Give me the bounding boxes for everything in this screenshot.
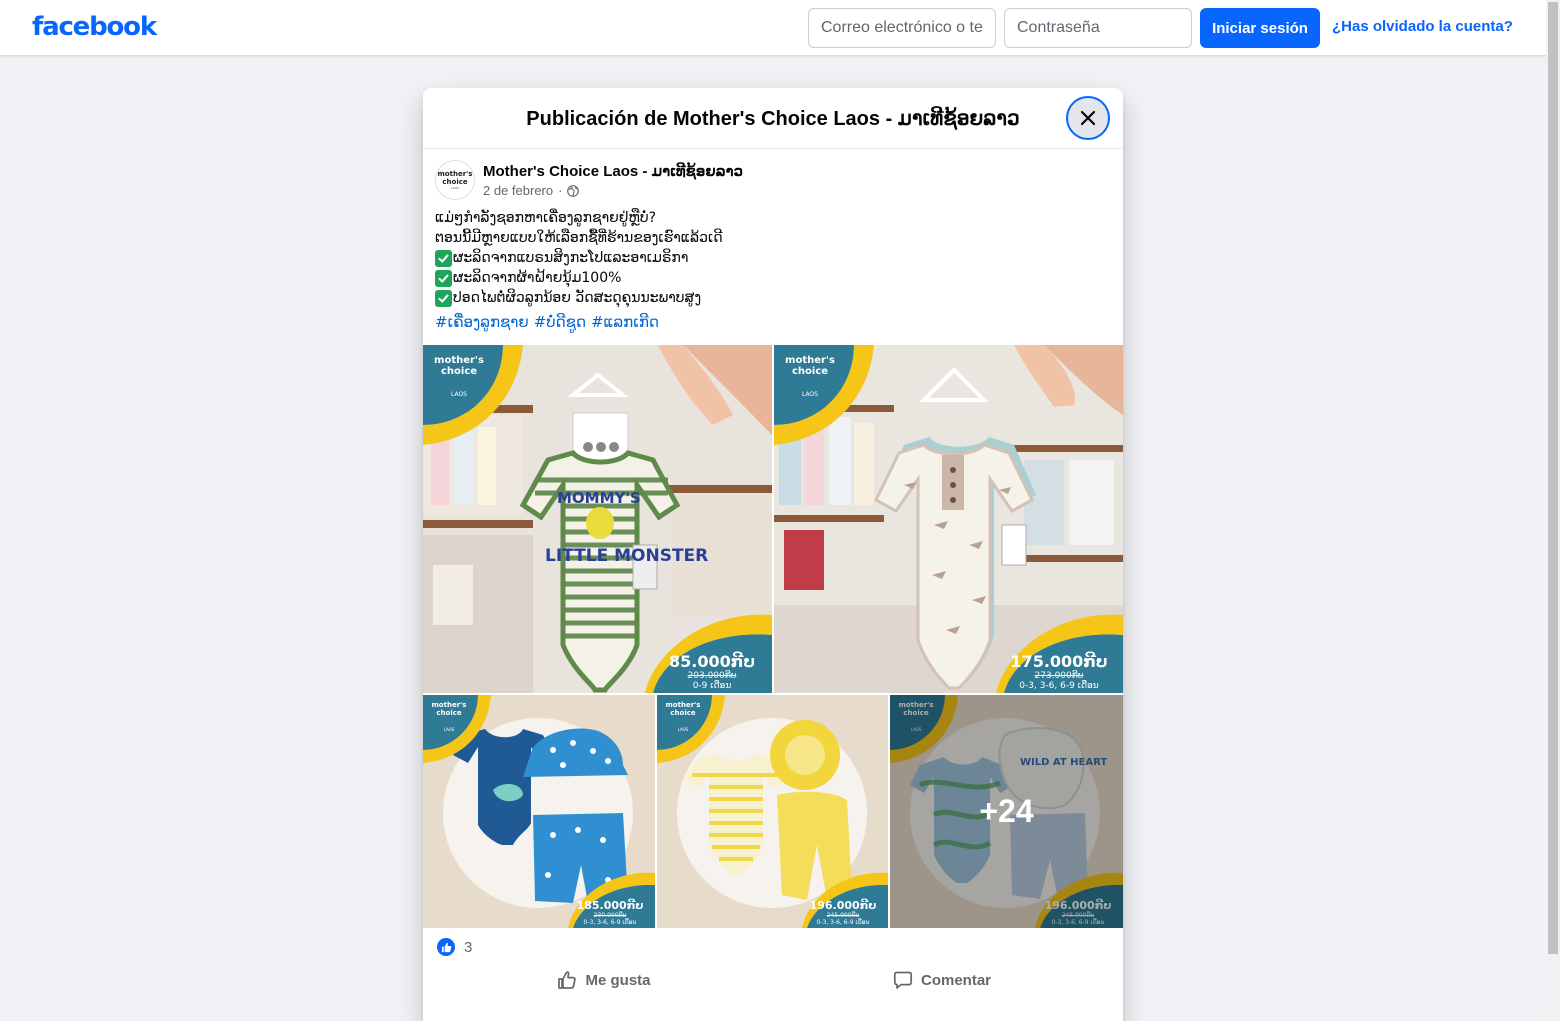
checklist-text: ຜະລິດຈາກແບຣນສິງກະໂປແລະອາເມຣິກາ (453, 250, 689, 266)
brand-subtext: LAOS (801, 391, 818, 398)
comment-label: Comentar (920, 971, 991, 989)
check-mark-icon (435, 269, 452, 287)
page-avatar[interactable]: mother's choice LAOS (435, 160, 475, 200)
post-photo[interactable]: mother's choice LAOS 185.000ກີບ 230.000ກ… (423, 695, 655, 928)
post-meta: 2 de febrero · (483, 183, 580, 198)
price-tag: 175.000ກີບ 273.000ກີບ 0-3, 3-6, 6-9 ເດືອ… (1001, 652, 1117, 691)
meta-separator: · (558, 183, 563, 198)
brand-text: mother's choice (434, 355, 484, 377)
price-tag: 185.000ກີບ 230.000ກີບ 0-3, 3-6, 6-9 ເດືອ… (571, 899, 649, 926)
brand-subtext: LAOS (677, 727, 689, 732)
dialog-header: Publicación de Mother's Choice Laos - ມາ… (423, 88, 1123, 149)
brand-text: mother's choice (431, 701, 467, 717)
sizes-label: 0-3, 3-6, 6-9 ເດືອນ (1019, 681, 1099, 691)
check-mark-icon (435, 249, 452, 267)
brand-subtext: LAOS (443, 727, 455, 732)
post-photo[interactable]: mother's choice LAOS 196.000ກີບ 245.000ກ… (657, 695, 888, 928)
dialog-title: Publicación de Mother's Choice Laos - ມາ… (526, 108, 1020, 130)
checklist-text: ຜະລິດຈາກຜ້າຝ້າຍນຸ້ມ100% (453, 270, 622, 286)
shirt-print-text: MOMMY'S (557, 489, 641, 507)
post-photo-more[interactable]: WILD AT HEART mother's choice LAOS 196.0… (890, 695, 1123, 928)
scrollbar-thumb[interactable] (1548, 2, 1558, 954)
login-button[interactable]: Iniciar sesión (1200, 8, 1320, 48)
avatar-text-line1: mother's (437, 170, 473, 178)
facebook-logo[interactable]: facebook (32, 12, 157, 42)
sizes-label: 0-9 ເດືອນ (692, 681, 732, 691)
post-line: ຕອນນີ້ມີຫຼາຍແບບໃຫ້ເລືອກຊື້ທີ່ຮ້ານຂອງເຮົາ… (435, 230, 723, 246)
top-navigation-bar: facebook Iniciar sesión ¿Has olvidado la… (0, 0, 1546, 56)
post-dialog: Publicación de Mother's Choice Laos - ມາ… (423, 88, 1123, 1021)
comment-icon (893, 971, 913, 989)
shirt-print-text: LITTLE MONSTER (545, 546, 708, 566)
price-label: 85.000ກີບ (668, 652, 755, 671)
brand-text: mother's choice (665, 701, 701, 717)
post-line: ແມ່ໆກໍາລັງຊອກຫາເຄື່ອງລູກຊາຍຢູ່ຫຼືບໍ່? (435, 210, 657, 226)
brand-text: mother's choice (785, 355, 835, 377)
avatar-text-line2: choice (442, 178, 468, 186)
brand-badge: mother's choice LAOS (427, 701, 471, 732)
checklist-item: ຜະລິດຈາກແບຣນສິງກະໂປແລະອາເມຣິກາ (435, 248, 1095, 268)
thumbs-up-icon (558, 971, 577, 989)
old-price-label: 273.000ກີບ (1034, 671, 1084, 681)
comment-button[interactable]: Comentar (773, 960, 1111, 1000)
author-name[interactable]: Mother's Choice Laos - ມາເທີຊ້ອຍລາວ (483, 162, 743, 180)
post-photo[interactable]: mother's choice LAOS 175.000ກີບ 273.000ກ… (774, 345, 1123, 693)
post-body: ແມ່ໆກໍາລັງຊອກຫາເຄື່ອງລູກຊາຍຢູ່ຫຼືບໍ່? ຕອ… (435, 208, 1095, 308)
email-input[interactable] (808, 8, 996, 48)
checklist-item: ປອດໄພຕໍ່ຜິວລູກນ້ອຍ ວັດສະດຸຄຸນນະພາບສູງ (435, 288, 1095, 308)
forgot-account-link[interactable]: ¿Has olvidado la cuenta? (1332, 18, 1513, 35)
more-photos-overlay[interactable]: +24 (890, 695, 1123, 928)
check-mark-icon (435, 289, 452, 307)
hashtag-list: #ເຄື່ອງລູກຊາຍ #ບໍ່ດີຊູດ #ແລກເກີດ (435, 313, 659, 331)
price-label: 175.000ກີບ (1010, 652, 1108, 671)
price-label: 196.000ກີບ (809, 899, 877, 912)
old-price-label: 230.000ກີບ (593, 912, 627, 919)
sizes-label: 0-3, 3-6, 6-9 ເດືອນ (816, 919, 870, 926)
checklist-item: ຜະລິດຈາກຜ້າຝ້າຍນຸ້ມ100% (435, 268, 1095, 288)
checklist-text: ປອດໄພຕໍ່ຜິວລູກນ້ອຍ ວັດສະດຸຄຸນນະພາບສູງ (453, 290, 702, 306)
post-action-bar: Me gusta Comentar (435, 960, 1111, 1000)
price-label: 185.000ກີບ (576, 899, 644, 912)
post-date[interactable]: 2 de febrero (483, 183, 553, 198)
hashtag-link[interactable]: #ເຄື່ອງລູກຊາຍ (435, 313, 529, 331)
globe-icon (567, 184, 580, 197)
more-photos-count: +24 (979, 793, 1034, 829)
old-price-label: 203.000ກີບ (687, 671, 737, 681)
price-tag: 85.000ກີບ 203.000ກີບ 0-9 ເດືອນ (658, 652, 766, 691)
like-icon (437, 938, 455, 956)
reaction-summary[interactable]: 3 (437, 938, 472, 956)
reaction-count: 3 (464, 938, 473, 956)
close-button[interactable] (1068, 98, 1108, 138)
brand-badge: mother's choice LAOS (661, 701, 705, 732)
price-tag: 196.000ກີບ 245.000ກີບ 0-3, 3-6, 6-9 ເດືອ… (804, 899, 882, 926)
brand-badge: mother's choice LAOS (780, 355, 840, 398)
like-label: Me gusta (585, 971, 651, 989)
like-button[interactable]: Me gusta (435, 960, 773, 1000)
old-price-label: 245.000ກີບ (826, 912, 860, 919)
sizes-label: 0-3, 3-6, 6-9 ເດືອນ (583, 919, 637, 926)
post-photo[interactable]: MOMMY'S LITTLE MONSTER mother's choice L… (423, 345, 772, 693)
brand-subtext: LAOS (450, 391, 467, 398)
brand-badge: mother's choice LAOS (429, 355, 489, 398)
password-input[interactable] (1004, 8, 1192, 48)
close-icon (1080, 110, 1096, 126)
hashtag-link[interactable]: #ແລກເກີດ (591, 313, 659, 331)
avatar-text-line3: LAOS (450, 186, 459, 190)
hashtag-link[interactable]: #ບໍ່ດີຊູດ (534, 313, 586, 331)
